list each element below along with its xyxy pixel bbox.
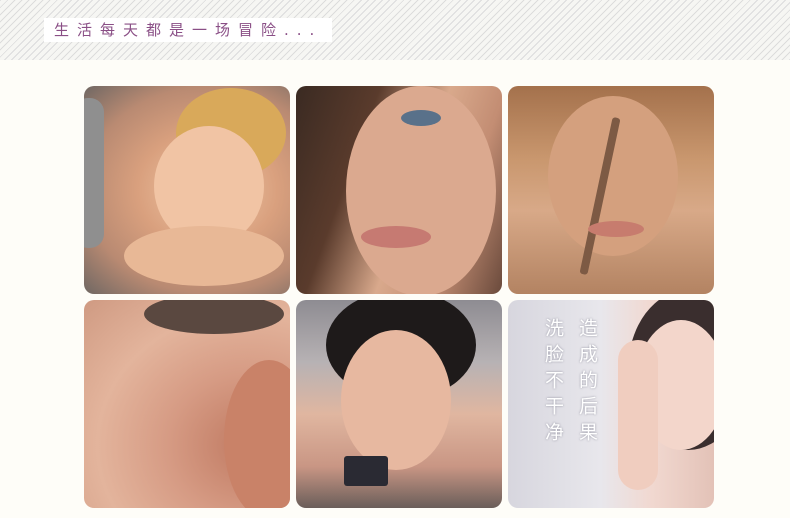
- caption-column-2: 造成的后果: [576, 318, 598, 448]
- eye-shape: [401, 110, 441, 126]
- nose-shape: [224, 360, 290, 508]
- lips-shape: [361, 226, 431, 248]
- caption-column-1: 洗脸不干净: [542, 318, 564, 448]
- photo-grid: 造成的后果 洗脸不干净: [84, 86, 714, 510]
- header-title: 生活每天都是一场冒险...: [44, 18, 332, 42]
- hand-shape: [618, 340, 658, 490]
- photo-tile-5: [296, 300, 502, 508]
- header-banner: 生活每天都是一场冒险...: [0, 0, 790, 60]
- face-shape: [341, 330, 451, 470]
- photo-tile-1: [84, 86, 290, 294]
- mirror-shape: [84, 98, 104, 248]
- monitor-shape: [344, 456, 388, 486]
- lips-shape: [588, 221, 644, 237]
- photo-tile-2: [296, 86, 502, 294]
- eye-shape: [144, 300, 284, 334]
- photo-tile-3: [508, 86, 714, 294]
- caption-vertical-text: 造成的后果 洗脸不干净: [534, 318, 598, 458]
- photo-tile-6: 造成的后果 洗脸不干净: [508, 300, 714, 508]
- photo-tile-4: [84, 300, 290, 508]
- hand-shape: [124, 226, 284, 286]
